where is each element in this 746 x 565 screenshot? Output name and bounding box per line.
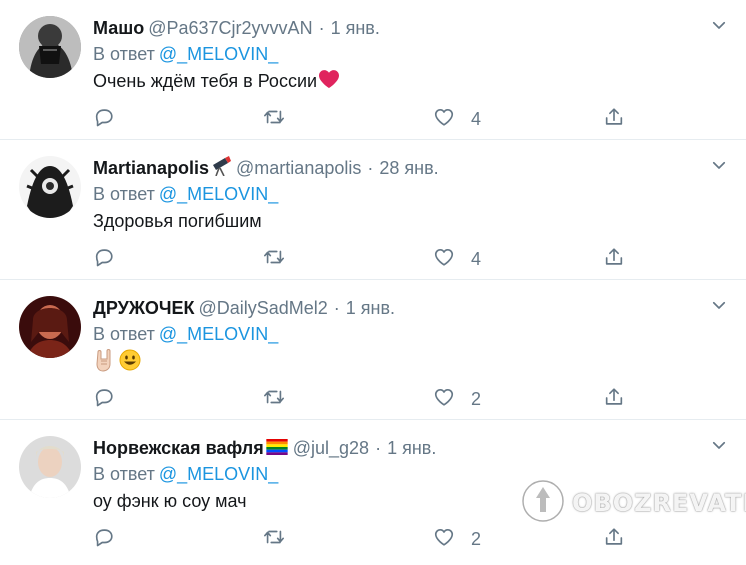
share-icon	[603, 526, 625, 553]
reply-button[interactable]	[93, 384, 115, 414]
reply-icon	[93, 246, 115, 273]
mention-link[interactable]: @_MELOVIN_	[159, 324, 278, 344]
tweet-item[interactable]: Машо @Pa637Cjr2yvvvAN · 1 янв. В ответ @_MEL…	[0, 0, 746, 140]
display-name[interactable]: ДРУЖОЧЕК	[93, 298, 194, 318]
avatar[interactable]	[19, 296, 81, 358]
mention-link[interactable]: @_MELOVIN_	[159, 184, 278, 204]
reply-button[interactable]	[93, 524, 115, 554]
reply-prefix: В ответ	[93, 464, 155, 484]
reply-icon	[93, 106, 115, 133]
retweet-icon	[263, 526, 285, 553]
avatar[interactable]	[19, 156, 81, 218]
obozrevatel-watermark: OBOZREVATEL	[520, 478, 746, 528]
heart-icon	[433, 246, 455, 273]
tweet-date[interactable]: 28 янв.	[379, 158, 438, 178]
avatar[interactable]	[19, 436, 81, 498]
reply-icon	[93, 386, 115, 413]
share-icon	[603, 106, 625, 133]
like-count: 4	[471, 108, 482, 129]
share-button[interactable]	[603, 244, 625, 274]
tweet-text-content: Здоровья погибшим	[93, 211, 262, 231]
rainbow-flag-icon	[265, 437, 289, 461]
tweet-text-content: оу фэнк ю соу мач	[93, 491, 247, 511]
watermark-text: OBOZREVATEL	[572, 489, 746, 517]
like-button[interactable]: 2	[433, 524, 481, 554]
share-button[interactable]	[603, 384, 625, 414]
user-handle[interactable]: @jul_g28	[293, 438, 369, 458]
heart-icon	[433, 526, 455, 553]
mention-link[interactable]: @_MELOVIN_	[159, 464, 278, 484]
separator-dot: ·	[367, 158, 374, 178]
reply-context: В ответ @_MELOVIN_	[93, 182, 278, 206]
separator-dot: ·	[333, 298, 340, 318]
share-button[interactable]	[603, 104, 625, 134]
mention-link[interactable]: @_MELOVIN_	[159, 44, 278, 64]
tweet-actions: 4	[93, 104, 653, 134]
retweet-button[interactable]	[263, 244, 285, 274]
user-handle[interactable]: @martianapolis	[236, 158, 361, 178]
tweet-actions: 2	[93, 384, 653, 414]
separator-dot: ·	[375, 438, 382, 458]
separator-dot: ·	[318, 18, 325, 38]
retweet-button[interactable]	[263, 384, 285, 414]
tweet-item[interactable]: Martianapolis @martianapolis · 28 янв. В о…	[0, 140, 746, 280]
reply-prefix: В ответ	[93, 44, 155, 64]
tweet-text: Здоровья погибшим	[93, 208, 262, 234]
tweet-actions: 2	[93, 524, 653, 554]
tweet-text: Очень ждём тебя в России	[93, 68, 340, 96]
reply-context: В ответ @_MELOVIN_	[93, 462, 278, 486]
like-count: 2	[471, 388, 482, 409]
chevron-down-icon[interactable]	[710, 156, 728, 174]
tweet-text	[93, 348, 141, 379]
tweet-date[interactable]: 1 янв.	[387, 438, 436, 458]
retweet-button[interactable]	[263, 524, 285, 554]
sign-of-horns-icon	[93, 348, 115, 379]
reply-button[interactable]	[93, 104, 115, 134]
tweet-text-content: Очень ждём тебя в России	[93, 71, 318, 91]
share-icon	[603, 246, 625, 273]
obozrevatel-logo-icon	[520, 478, 566, 529]
heart-icon	[433, 386, 455, 413]
tweet-item[interactable]: ДРУЖОЧЕК @DailySadMel2 · 1 янв. В ответ @_ME…	[0, 280, 746, 420]
like-count: 2	[471, 528, 482, 549]
chevron-down-icon[interactable]	[710, 296, 728, 314]
tweet-text: оу фэнк ю соу мач	[93, 488, 247, 514]
user-handle[interactable]: @DailySadMel2	[198, 298, 327, 318]
reply-prefix: В ответ	[93, 184, 155, 204]
reply-context: В ответ @_MELOVIN_	[93, 42, 278, 66]
smiley-icon	[119, 349, 141, 378]
like-count: 4	[471, 248, 482, 269]
tweet-date[interactable]: 1 янв.	[331, 18, 380, 38]
retweet-icon	[263, 106, 285, 133]
retweet-icon	[263, 386, 285, 413]
reply-context: В ответ @_MELOVIN_	[93, 322, 278, 346]
tweet-actions: 4	[93, 244, 653, 274]
red-heart-icon	[318, 69, 340, 96]
share-icon	[603, 386, 625, 413]
share-button[interactable]	[603, 524, 625, 554]
telescope-icon	[210, 156, 232, 182]
retweet-button[interactable]	[263, 104, 285, 134]
heart-icon	[433, 106, 455, 133]
like-button[interactable]: 4	[433, 244, 481, 274]
display-name[interactable]: Martianapolis	[93, 158, 209, 178]
reply-button[interactable]	[93, 244, 115, 274]
chevron-down-icon[interactable]	[710, 16, 728, 34]
like-button[interactable]: 4	[433, 104, 481, 134]
reply-icon	[93, 526, 115, 553]
display-name[interactable]: Машо	[93, 18, 144, 38]
chevron-down-icon[interactable]	[710, 436, 728, 454]
user-handle[interactable]: @Pa637Cjr2yvvvAN	[148, 18, 312, 38]
avatar[interactable]	[19, 16, 81, 78]
tweet-date[interactable]: 1 янв.	[346, 298, 395, 318]
display-name[interactable]: Норвежская вафля	[93, 438, 264, 458]
reply-prefix: В ответ	[93, 324, 155, 344]
retweet-icon	[263, 246, 285, 273]
like-button[interactable]: 2	[433, 384, 481, 414]
